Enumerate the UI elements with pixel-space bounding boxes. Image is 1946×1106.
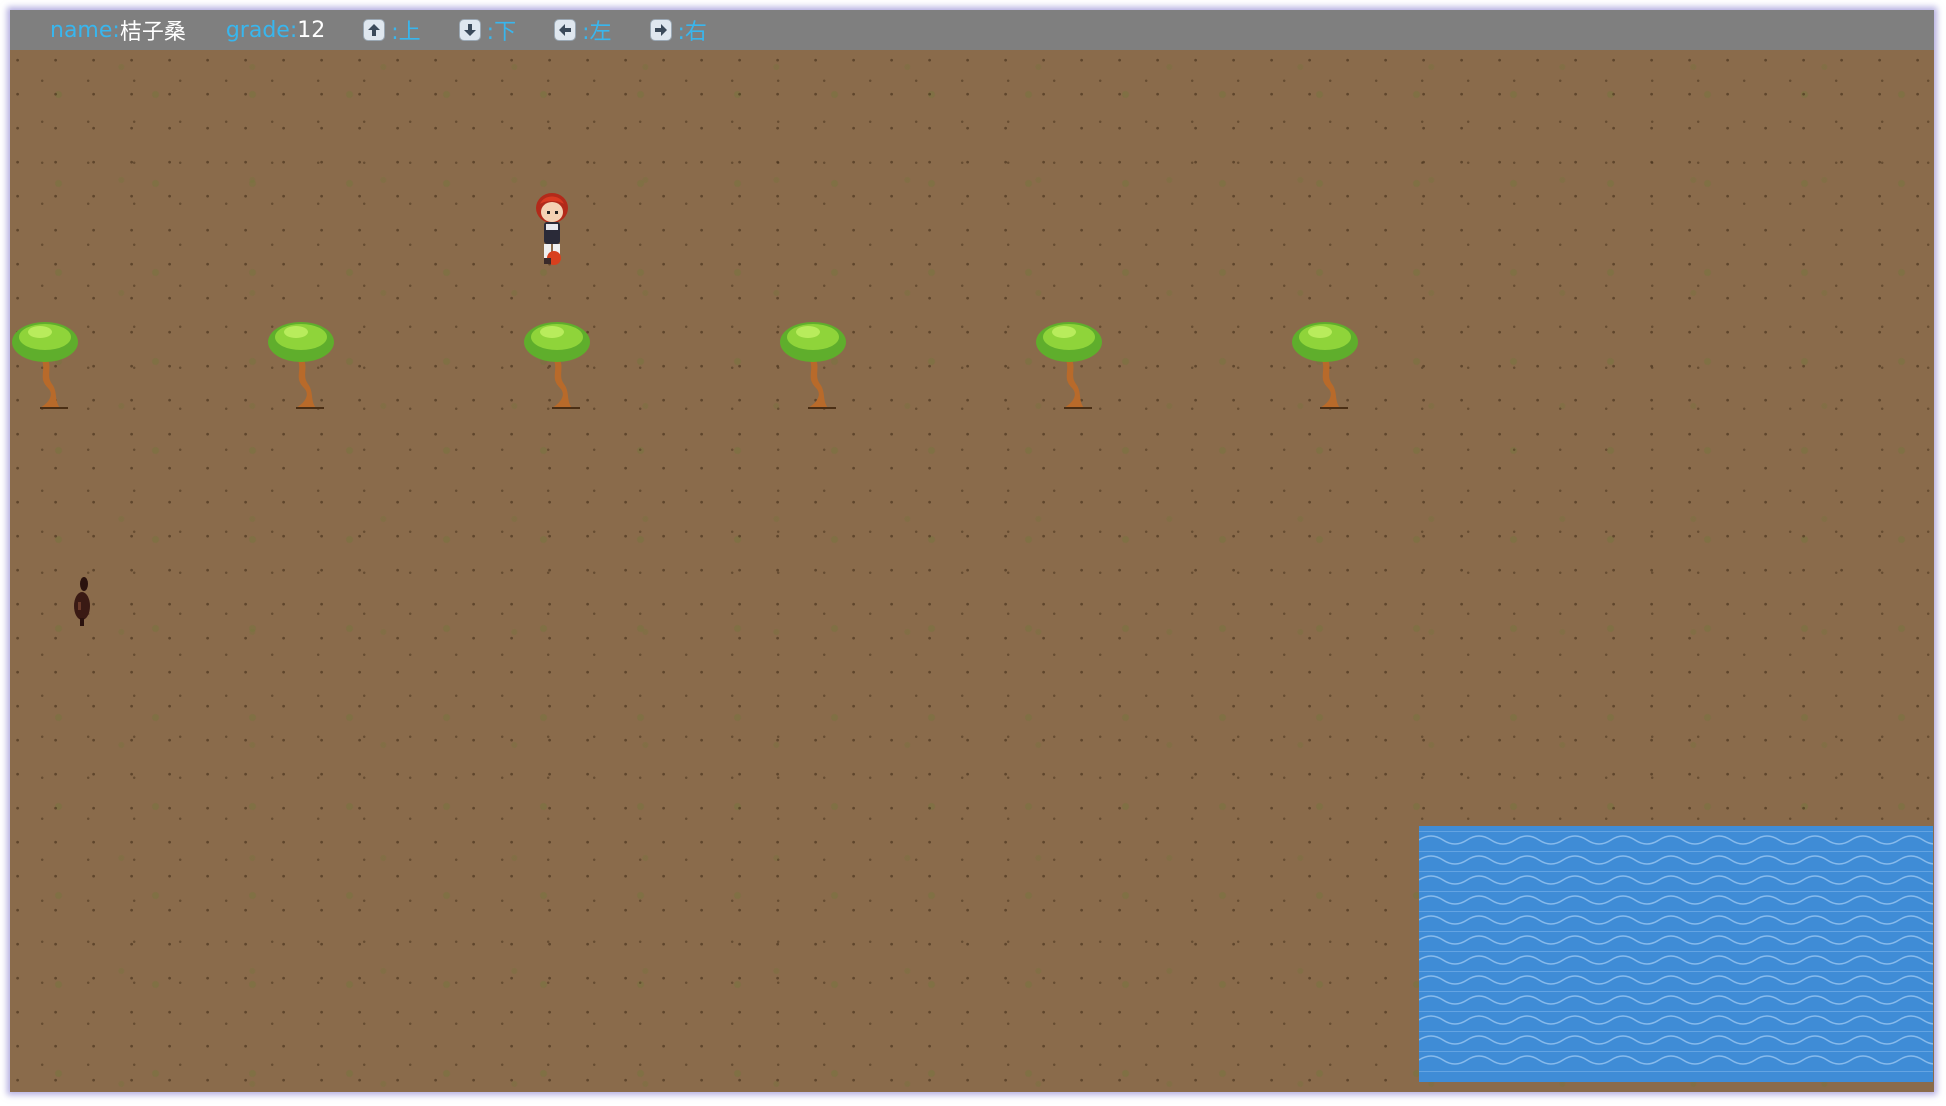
game-window: name: 桔子桑 grade: 12 :上 :下 :左:右 <box>10 10 1934 1092</box>
game-map[interactable] <box>10 50 1934 1092</box>
player-name-display: name: 桔子桑 <box>50 14 186 46</box>
hud-bar: name: 桔子桑 grade: 12 :上 :下 :左:右 <box>10 10 1934 50</box>
name-value: 桔子桑 <box>119 20 186 45</box>
name-label: name: <box>50 17 120 43</box>
water-waves <box>1419 835 1933 1065</box>
tree-3 <box>524 322 590 409</box>
player-character <box>536 193 568 265</box>
tree-4 <box>780 322 846 409</box>
control-label-down: :下 <box>486 20 517 45</box>
grade-value: 12 <box>297 17 326 43</box>
tree-5 <box>1036 322 1102 409</box>
arrow-left-icon <box>554 19 577 41</box>
arrow-right-icon <box>649 19 672 41</box>
arrow-down-icon <box>458 19 481 41</box>
tree-6 <box>1292 322 1358 409</box>
npc-creature <box>74 577 90 626</box>
control-hint-down: :下 <box>458 14 517 46</box>
control-hint-up: :上 <box>363 14 421 46</box>
tree-1 <box>12 322 78 409</box>
arrow-up-icon <box>363 19 386 41</box>
control-hint-right: :右 <box>649 14 707 46</box>
control-label-right: :右 <box>677 20 707 45</box>
control-hint-left: :左 <box>554 14 612 46</box>
control-label-up: :上 <box>391 20 421 45</box>
grade-display: grade: 12 <box>226 18 325 43</box>
water-pond <box>1419 826 1933 1082</box>
control-label-left: :左 <box>582 20 612 45</box>
grade-label: grade: <box>225 17 298 43</box>
tree-2 <box>268 322 334 409</box>
